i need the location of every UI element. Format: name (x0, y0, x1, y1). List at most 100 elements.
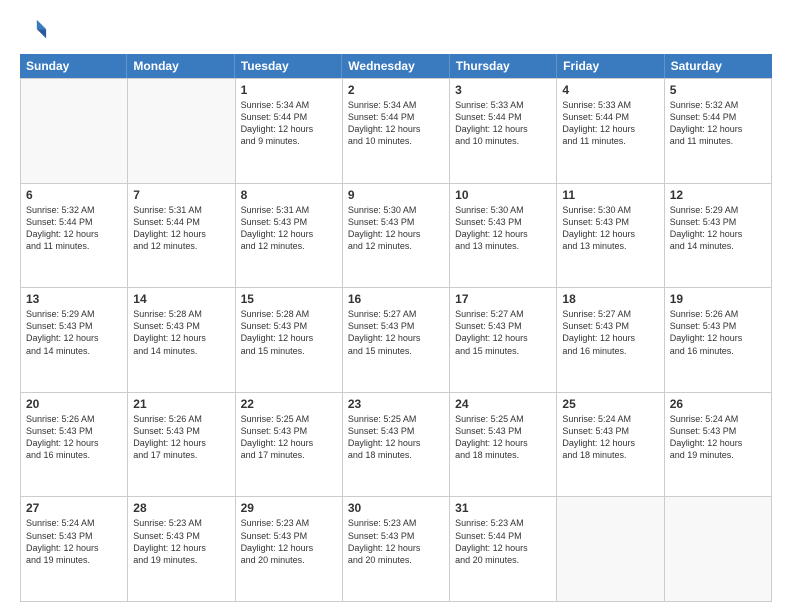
cal-cell: 22Sunrise: 5:25 AMSunset: 5:43 PMDayligh… (236, 393, 343, 498)
week-row-2: 6Sunrise: 5:32 AMSunset: 5:44 PMDaylight… (21, 184, 772, 289)
day-number: 12 (670, 188, 766, 202)
cell-line: Daylight: 12 hours (348, 228, 444, 240)
cal-cell: 25Sunrise: 5:24 AMSunset: 5:43 PMDayligh… (557, 393, 664, 498)
cal-cell: 14Sunrise: 5:28 AMSunset: 5:43 PMDayligh… (128, 288, 235, 393)
cell-line: and 20 minutes. (348, 554, 444, 566)
cal-cell: 10Sunrise: 5:30 AMSunset: 5:43 PMDayligh… (450, 184, 557, 289)
cell-line: Sunset: 5:43 PM (348, 320, 444, 332)
cell-line: Sunset: 5:43 PM (241, 320, 337, 332)
calendar-body: 1Sunrise: 5:34 AMSunset: 5:44 PMDaylight… (20, 78, 772, 602)
cell-line: and 13 minutes. (562, 240, 658, 252)
cell-line: Sunrise: 5:23 AM (348, 517, 444, 529)
week-row-1: 1Sunrise: 5:34 AMSunset: 5:44 PMDaylight… (21, 79, 772, 184)
cell-line: Daylight: 12 hours (455, 228, 551, 240)
day-number: 5 (670, 83, 766, 97)
cell-line: Sunrise: 5:24 AM (670, 413, 766, 425)
cal-cell: 16Sunrise: 5:27 AMSunset: 5:43 PMDayligh… (343, 288, 450, 393)
cell-line: Daylight: 12 hours (562, 332, 658, 344)
week-row-4: 20Sunrise: 5:26 AMSunset: 5:43 PMDayligh… (21, 393, 772, 498)
cal-cell: 17Sunrise: 5:27 AMSunset: 5:43 PMDayligh… (450, 288, 557, 393)
cell-line: and 11 minutes. (670, 135, 766, 147)
day-number: 13 (26, 292, 122, 306)
day-number: 4 (562, 83, 658, 97)
cal-cell (557, 497, 664, 602)
cell-line: Daylight: 12 hours (455, 437, 551, 449)
cal-cell: 28Sunrise: 5:23 AMSunset: 5:43 PMDayligh… (128, 497, 235, 602)
cell-line: Sunrise: 5:26 AM (133, 413, 229, 425)
header-day-monday: Monday (127, 54, 234, 78)
cal-cell (128, 79, 235, 184)
cell-line: Sunrise: 5:34 AM (241, 99, 337, 111)
cell-line: Daylight: 12 hours (348, 332, 444, 344)
cal-cell: 27Sunrise: 5:24 AMSunset: 5:43 PMDayligh… (21, 497, 128, 602)
day-number: 19 (670, 292, 766, 306)
cell-line: and 11 minutes. (26, 240, 122, 252)
cell-line: Sunset: 5:44 PM (562, 111, 658, 123)
cell-line: Sunset: 5:43 PM (670, 216, 766, 228)
cell-line: and 12 minutes. (133, 240, 229, 252)
cell-line: Sunrise: 5:23 AM (455, 517, 551, 529)
cell-line: and 12 minutes. (348, 240, 444, 252)
cal-cell: 13Sunrise: 5:29 AMSunset: 5:43 PMDayligh… (21, 288, 128, 393)
header (20, 16, 772, 44)
cell-line: and 16 minutes. (670, 345, 766, 357)
cal-cell: 11Sunrise: 5:30 AMSunset: 5:43 PMDayligh… (557, 184, 664, 289)
cell-line: Sunset: 5:43 PM (241, 425, 337, 437)
cell-line: and 11 minutes. (562, 135, 658, 147)
calendar-header: SundayMondayTuesdayWednesdayThursdayFrid… (20, 54, 772, 78)
cal-cell: 8Sunrise: 5:31 AMSunset: 5:43 PMDaylight… (236, 184, 343, 289)
cell-line: Sunset: 5:43 PM (670, 320, 766, 332)
logo-icon (20, 16, 48, 44)
cell-line: Sunrise: 5:26 AM (26, 413, 122, 425)
cell-line: Daylight: 12 hours (670, 437, 766, 449)
header-day-tuesday: Tuesday (235, 54, 342, 78)
day-number: 3 (455, 83, 551, 97)
cal-cell: 7Sunrise: 5:31 AMSunset: 5:44 PMDaylight… (128, 184, 235, 289)
cell-line: Daylight: 12 hours (133, 332, 229, 344)
day-number: 17 (455, 292, 551, 306)
cell-line: Sunset: 5:44 PM (133, 216, 229, 228)
day-number: 7 (133, 188, 229, 202)
cell-line: Sunset: 5:43 PM (348, 425, 444, 437)
cell-line: Sunrise: 5:29 AM (670, 204, 766, 216)
cell-line: Daylight: 12 hours (133, 228, 229, 240)
cell-line: Sunrise: 5:29 AM (26, 308, 122, 320)
cell-line: and 12 minutes. (241, 240, 337, 252)
cell-line: Daylight: 12 hours (348, 542, 444, 554)
cell-line: Sunrise: 5:27 AM (348, 308, 444, 320)
cell-line: Sunset: 5:43 PM (562, 320, 658, 332)
day-number: 1 (241, 83, 337, 97)
cell-line: Daylight: 12 hours (133, 437, 229, 449)
cell-line: Sunset: 5:43 PM (562, 216, 658, 228)
cell-line: Sunset: 5:43 PM (241, 530, 337, 542)
day-number: 6 (26, 188, 122, 202)
cal-cell: 21Sunrise: 5:26 AMSunset: 5:43 PMDayligh… (128, 393, 235, 498)
cell-line: and 19 minutes. (670, 449, 766, 461)
day-number: 26 (670, 397, 766, 411)
cell-line: Sunrise: 5:23 AM (133, 517, 229, 529)
day-number: 11 (562, 188, 658, 202)
day-number: 31 (455, 501, 551, 515)
cell-line: Sunset: 5:43 PM (455, 425, 551, 437)
cell-line: and 20 minutes. (455, 554, 551, 566)
cell-line: Sunset: 5:43 PM (133, 425, 229, 437)
cell-line: Sunrise: 5:33 AM (455, 99, 551, 111)
header-day-saturday: Saturday (665, 54, 772, 78)
cell-line: and 14 minutes. (26, 345, 122, 357)
cell-line: Sunrise: 5:30 AM (455, 204, 551, 216)
cal-cell (21, 79, 128, 184)
cell-line: Daylight: 12 hours (241, 542, 337, 554)
day-number: 15 (241, 292, 337, 306)
calendar: SundayMondayTuesdayWednesdayThursdayFrid… (20, 54, 772, 602)
cell-line: and 15 minutes. (348, 345, 444, 357)
cell-line: Sunrise: 5:30 AM (562, 204, 658, 216)
cell-line: Sunset: 5:43 PM (670, 425, 766, 437)
cell-line: Daylight: 12 hours (26, 228, 122, 240)
day-number: 23 (348, 397, 444, 411)
cell-line: and 18 minutes. (348, 449, 444, 461)
cell-line: Sunset: 5:43 PM (348, 530, 444, 542)
day-number: 18 (562, 292, 658, 306)
cell-line: and 19 minutes. (133, 554, 229, 566)
cell-line: Sunrise: 5:34 AM (348, 99, 444, 111)
logo (20, 16, 52, 44)
